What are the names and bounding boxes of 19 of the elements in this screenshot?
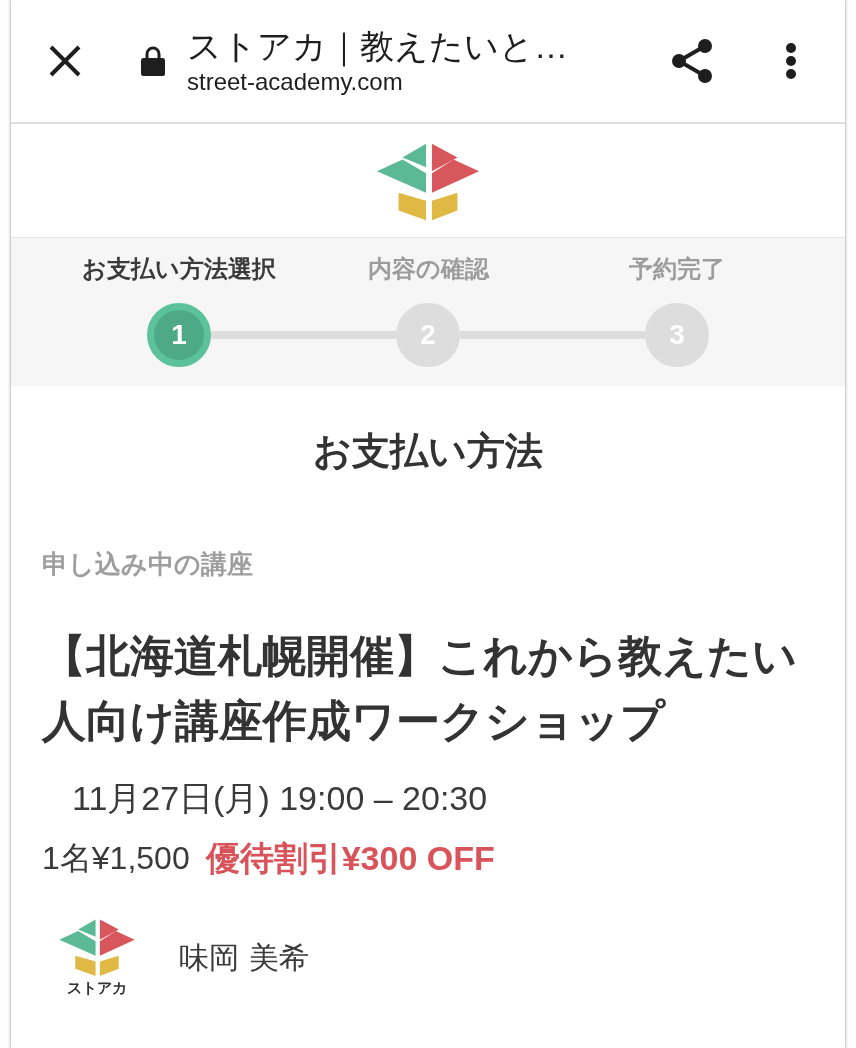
more-icon <box>785 42 797 80</box>
section-label: 申し込み中の講座 <box>42 548 253 581</box>
share-icon <box>670 38 714 84</box>
page-url: street-academy.com <box>187 67 404 97</box>
discount-label: 優待割引¥300 OFF <box>205 838 495 878</box>
course-schedule: 11月27日(月) 19:00 – 20:30 <box>71 778 488 818</box>
lock-icon <box>141 46 165 76</box>
course-title: 【北海道札幌開催】これから教えたい人向け講座作成ワークショップ <box>42 629 798 748</box>
page-title: ストアカ｜教えたいと… <box>187 26 569 67</box>
page-heading: お支払い方法 <box>313 428 543 474</box>
course-price: 1名¥1,500 <box>42 839 190 878</box>
close-icon <box>48 44 82 78</box>
instructor-name: 味岡 美希 <box>179 939 309 977</box>
logo-text: ストアカ <box>67 978 127 998</box>
step-label: 予約完了 <box>629 254 725 285</box>
step-label: 内容の確認 <box>367 254 489 285</box>
step-number: 1 <box>147 303 211 367</box>
logo-icon <box>57 918 137 976</box>
step-label: お支払い方法選択 <box>82 254 276 285</box>
